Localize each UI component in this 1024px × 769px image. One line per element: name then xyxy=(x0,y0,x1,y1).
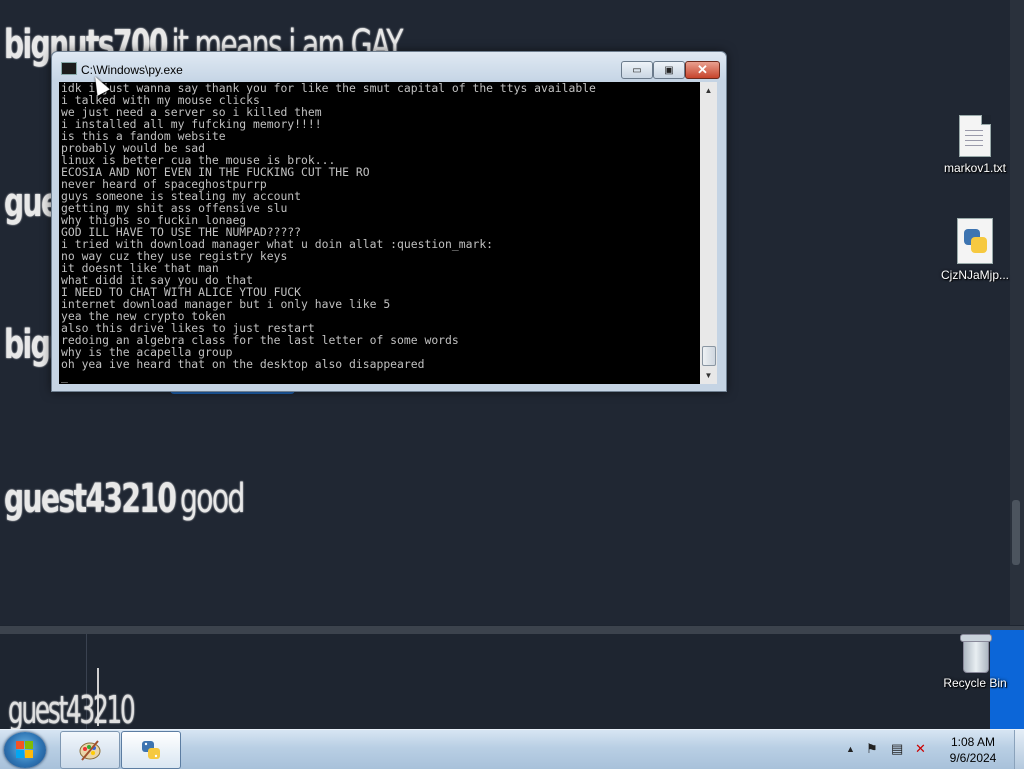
input-nick-label: guest43210 xyxy=(8,688,136,732)
console-output[interactable]: idk i just wanna say thank you for like … xyxy=(59,82,700,384)
recycle-bin-icon xyxy=(958,632,992,673)
scroll-down-arrow-icon[interactable]: ▼ xyxy=(700,367,717,384)
desktop-icon-recycle-bin[interactable]: Recycle Bin xyxy=(935,632,1015,690)
python-file-icon xyxy=(957,218,993,264)
clock-time: 1:08 AM xyxy=(950,735,996,749)
chat-text: good xyxy=(179,476,245,522)
network-icon[interactable]: ▤ xyxy=(891,742,907,756)
desktop-icon-label: Recycle Bin xyxy=(943,676,1007,690)
console-line: oh yea ive heard that on the desktop als… xyxy=(61,357,425,371)
console-scrollbar-thumb[interactable] xyxy=(702,346,716,366)
show-desktop-button[interactable] xyxy=(1014,730,1024,769)
clock-date: 9/6/2024 xyxy=(949,751,997,765)
taskbar: ▲ ⚑ ▤ ✕ 1:08 AM 9/6/2024 xyxy=(0,729,1024,769)
console-window[interactable]: C:\Windows\py.exe ▭ ▣ ✕ idk i just wanna… xyxy=(51,51,727,392)
start-button[interactable] xyxy=(4,732,46,768)
chat-scrollbar-thumb[interactable] xyxy=(1012,500,1020,565)
action-center-flag-icon[interactable]: ⚑ xyxy=(866,742,882,756)
chat-divider[interactable] xyxy=(0,626,1024,634)
chat-input-area[interactable] xyxy=(0,634,1024,730)
volume-muted-icon[interactable]: ✕ xyxy=(915,742,931,756)
scroll-up-arrow-icon[interactable]: ▲ xyxy=(700,82,717,99)
text-file-icon xyxy=(959,115,991,157)
maximize-button[interactable]: ▣ xyxy=(653,61,685,79)
desktop-icon-python-script[interactable]: CjzNJaMjp... xyxy=(935,218,1015,282)
show-hidden-icons-button[interactable]: ▲ xyxy=(846,744,855,754)
chat-nick: guest43210 xyxy=(4,476,177,522)
console-scrollbar[interactable]: ▲ ▼ xyxy=(700,82,717,384)
chat-message: guest43210 good xyxy=(4,476,245,522)
console-cursor: _ xyxy=(61,369,68,383)
desktop-icon-label: CjzNJaMjp... xyxy=(940,268,1009,282)
console-app-icon[interactable] xyxy=(61,62,77,75)
taskbar-app-python[interactable] xyxy=(121,731,181,769)
console-titlebar[interactable]: C:\Windows\py.exe ▭ ▣ ✕ xyxy=(52,52,726,80)
taskbar-app-paint[interactable] xyxy=(60,731,120,769)
windows-logo-icon xyxy=(16,741,34,759)
close-button[interactable]: ✕ xyxy=(685,61,720,79)
paint-icon xyxy=(79,740,101,761)
desktop-icon-markov[interactable]: markov1.txt xyxy=(935,115,1015,175)
taskbar-clock[interactable]: 1:08 AM 9/6/2024 xyxy=(936,734,1010,766)
minimize-button[interactable]: ▭ xyxy=(621,61,653,79)
python-icon xyxy=(142,741,160,759)
desktop-icon-label: markov1.txt xyxy=(943,161,1006,175)
